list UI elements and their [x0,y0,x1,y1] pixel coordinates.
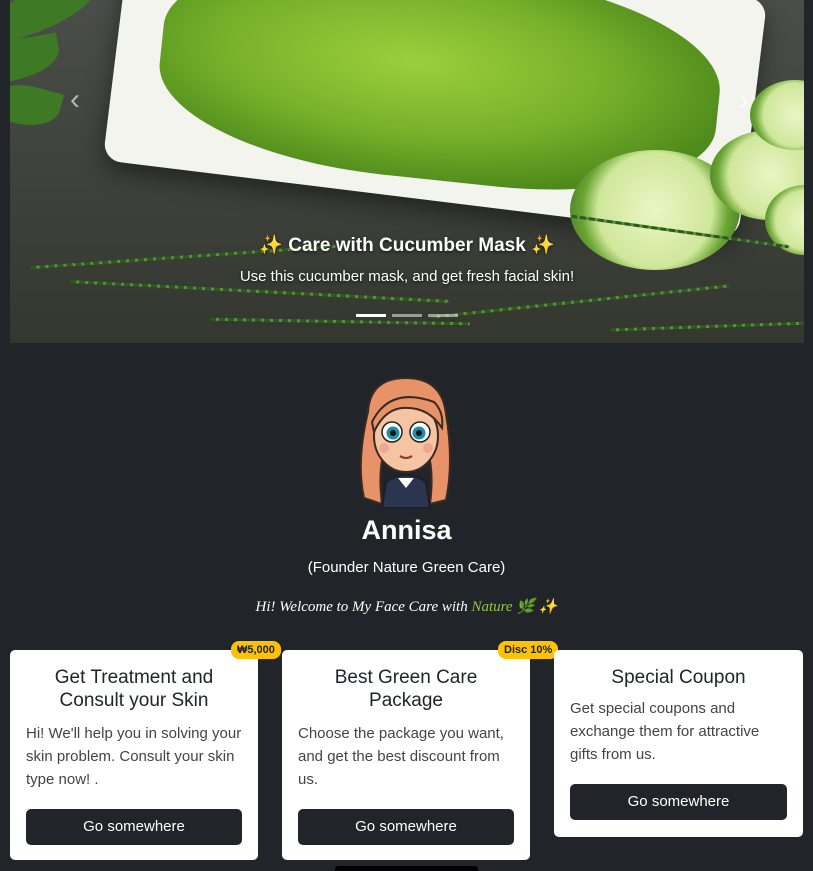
carousel-indicator-1[interactable] [356,314,386,317]
go-somewhere-button[interactable]: Go somewhere [570,784,787,820]
avatar [350,372,462,509]
welcome-suffix: 🌿 ✨ [512,599,558,615]
card-text: Hi! We'll help you in solving your skin … [26,725,242,788]
card-title: Best Green Care Package [334,667,478,711]
price-badge: ₩5,000 [231,641,281,659]
carousel-next-button[interactable]: › [729,82,759,118]
go-somewhere-button[interactable]: Go somewhere [26,809,242,845]
welcome-highlight: Nature [471,599,513,615]
bottom-bar [335,866,478,871]
card-title: Special Coupon [611,667,746,688]
profile-role: (Founder Nature Green Care) [307,559,506,576]
hero-carousel[interactable]: ‹ › ✨ Care with Cucumber Mask ✨ Use this… [10,0,804,343]
welcome-text: Hi! Welcome to My Face Care with Nature … [0,597,813,616]
carousel-indicators [10,314,804,317]
carousel-caption-title: ✨ Care with Cucumber Mask ✨ [259,235,555,256]
card-coupon: Special Coupon Get special coupons and e… [554,650,803,837]
welcome-prefix: Hi! Welcome to My Face Care with [255,599,472,615]
go-somewhere-button[interactable]: Go somewhere [298,809,514,845]
card-title: Get Treatment and Consult your Skin [54,667,214,711]
carousel-caption-text: Use this cucumber mask, and get fresh fa… [239,268,575,285]
carousel-indicator-3[interactable] [428,314,458,317]
carousel-indicator-2[interactable] [392,314,422,317]
discount-badge: Disc 10% [498,641,559,659]
card-treatment: Get Treatment and Consult your Skin Hi! … [10,650,258,860]
chevron-left-icon: ‹ [70,83,80,116]
card-package: Best Green Care Package Choose the packa… [282,650,530,860]
card-text: Get special coupons and exchange them fo… [570,700,760,763]
profile-name: Annisa [361,515,452,545]
chevron-right-icon: › [739,83,749,116]
card-text: Choose the package you want, and get the… [298,725,504,788]
carousel-prev-button[interactable]: ‹ [60,82,90,118]
